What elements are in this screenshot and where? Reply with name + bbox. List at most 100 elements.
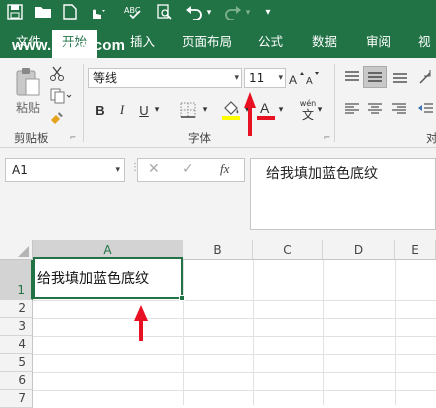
copy-button[interactable] xyxy=(46,86,76,106)
format-painter-icon xyxy=(51,112,63,124)
annotation-arrow-fill xyxy=(244,92,256,136)
align-center-icon xyxy=(368,103,382,114)
borders-button[interactable] xyxy=(176,100,200,120)
row-header-2[interactable]: 2 xyxy=(0,300,33,318)
chevron-down-icon[interactable]: ▾ xyxy=(152,102,162,118)
decrease-indent-button[interactable] xyxy=(414,98,436,120)
fill-handle[interactable] xyxy=(179,295,185,301)
paste-label: 粘贴 xyxy=(15,100,40,115)
insert-function-button[interactable]: fx xyxy=(220,161,229,177)
align-top-icon xyxy=(345,71,359,81)
gridline xyxy=(33,354,436,355)
gridline xyxy=(33,372,436,373)
chevron-down-icon[interactable]: ▾ xyxy=(200,102,210,118)
font-color-icon: A xyxy=(257,100,275,120)
font-color-dropdown-icon[interactable]: ▾ xyxy=(276,102,286,118)
align-top-button[interactable] xyxy=(341,66,363,88)
dialog-launcher-icon[interactable]: ⌐ xyxy=(68,132,78,142)
gridline xyxy=(33,390,436,391)
tab-view[interactable]: 视图 xyxy=(418,26,436,81)
chevron-down-icon[interactable]: ▾ xyxy=(316,102,324,118)
font-name-select[interactable]: 等线 ▾ xyxy=(88,68,242,88)
gridline xyxy=(33,300,436,301)
align-left-icon xyxy=(345,103,359,114)
increase-font-size-button[interactable]: A xyxy=(289,68,305,88)
gridline xyxy=(323,260,324,405)
tab-formulas[interactable]: 公式 xyxy=(258,26,283,58)
align-right-button[interactable] xyxy=(388,98,410,120)
touch-mode-icon[interactable] xyxy=(86,4,108,22)
open-folder-icon[interactable] xyxy=(34,4,52,22)
print-preview-icon[interactable] xyxy=(155,4,173,22)
underline-button[interactable]: U xyxy=(136,100,152,120)
cut-button[interactable] xyxy=(46,64,68,84)
name-box[interactable]: A1 ▾ xyxy=(5,158,125,182)
decrease-font-size-button[interactable]: A xyxy=(306,68,320,88)
align-bottom-button[interactable] xyxy=(389,66,411,88)
redo-dropdown-icon: ▾ xyxy=(245,8,251,18)
bold-button[interactable]: B xyxy=(92,100,108,120)
chevron-down-icon: ▾ xyxy=(115,165,120,175)
undo-icon[interactable] xyxy=(184,4,204,22)
tab-data[interactable]: 数据 xyxy=(312,26,337,58)
row-header-7[interactable]: 7 xyxy=(0,390,33,408)
formula-controls: ✕ ✓ fx xyxy=(137,158,245,182)
site-watermark: www.rjzxw.com xyxy=(12,37,126,54)
row-header-5[interactable]: 5 xyxy=(0,354,33,372)
save-icon[interactable] xyxy=(6,4,24,22)
row-header-1[interactable]: 1 xyxy=(0,260,33,300)
tab-review[interactable]: 审阅 xyxy=(366,26,391,58)
fill-color-button[interactable] xyxy=(220,98,242,122)
tab-insert[interactable]: 插入 xyxy=(130,26,155,58)
row-header-4[interactable]: 4 xyxy=(0,336,33,354)
decrease-font-icon: A xyxy=(306,72,319,86)
customize-toolbar-icon[interactable]: ▾ xyxy=(262,4,274,22)
svg-text:A: A xyxy=(260,100,270,116)
font-color-button[interactable]: A xyxy=(256,98,276,122)
quick-access-toolbar: ABC ▾ ▾ ▾ xyxy=(0,0,436,26)
align-center-button[interactable] xyxy=(364,98,386,120)
formula-bar-area: A1 ▾ ⋮ ✕ ✓ fx 给我填加蓝色底纹 xyxy=(0,148,436,240)
column-header-b[interactable]: B xyxy=(183,240,253,260)
indent-icon xyxy=(418,103,433,113)
gridline xyxy=(33,336,436,337)
undo-dropdown-icon[interactable]: ▾ xyxy=(204,4,214,22)
gridline xyxy=(253,260,254,405)
format-painter-button[interactable] xyxy=(46,108,68,128)
select-all-triangle-icon xyxy=(18,246,29,257)
font-group-label: 字体 xyxy=(188,131,211,145)
font-size-select[interactable]: 11 ▾ xyxy=(244,68,286,88)
ribbon: 粘贴 剪贴板 ⌐ 等线 ▾ 11 ▾ A A B I U ▾ ▾ ▾ A ▾ w… xyxy=(0,58,436,148)
formula-input[interactable]: 给我填加蓝色底纹 xyxy=(250,158,436,230)
align-middle-button[interactable] xyxy=(363,66,387,88)
dialog-launcher-icon[interactable]: ⌐ xyxy=(322,132,332,142)
row-header-3[interactable]: 3 xyxy=(0,318,33,336)
cell-a1-text: 给我填加蓝色底纹 xyxy=(37,271,149,287)
paste-button[interactable]: 粘贴 xyxy=(10,64,46,118)
group-separator xyxy=(334,64,335,142)
font-size-value: 11 xyxy=(249,71,265,85)
tab-page-layout[interactable]: 页面布局 xyxy=(182,26,232,58)
new-file-icon[interactable] xyxy=(62,4,78,22)
redo-icon xyxy=(223,4,243,22)
orientation-icon xyxy=(419,70,431,84)
column-header-e[interactable]: E xyxy=(395,240,436,260)
align-left-button[interactable] xyxy=(341,98,363,120)
svg-text:A: A xyxy=(306,76,313,86)
italic-button[interactable]: I xyxy=(114,100,130,120)
clipboard-group-label: 剪贴板 xyxy=(14,131,49,145)
column-header-d[interactable]: D xyxy=(323,240,395,260)
orientation-button[interactable] xyxy=(416,66,436,88)
paint-bucket-icon xyxy=(222,101,240,120)
chevron-down-icon: ▾ xyxy=(234,73,239,83)
column-header-c[interactable]: C xyxy=(253,240,323,260)
name-box-value: A1 xyxy=(12,163,28,177)
scissors-icon xyxy=(50,66,64,81)
spelling-check-icon[interactable]: ABC xyxy=(124,4,144,22)
chevron-down-icon: ▾ xyxy=(278,73,283,83)
align-right-icon xyxy=(392,103,406,114)
annotation-arrow-cell xyxy=(134,305,148,341)
row-header-6[interactable]: 6 xyxy=(0,372,33,390)
svg-text:A: A xyxy=(289,73,297,86)
select-all-corner[interactable] xyxy=(0,240,33,260)
